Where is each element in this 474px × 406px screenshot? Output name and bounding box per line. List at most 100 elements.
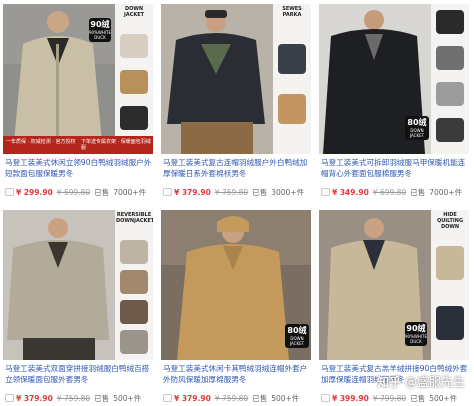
variant-column: HIDE QUILTING DOWN — [431, 210, 469, 360]
sold-label: 已售 — [94, 394, 110, 403]
price-row: ¥ 379.90 ¥ 759.80 已售 500+件 — [163, 393, 311, 405]
price-row: ¥ 379.90 ¥ 759.80 已售 3000+件 — [163, 187, 311, 199]
image-header: SEWES PARKA — [282, 6, 302, 18]
down-badge: 80绒 DOWN JACKET — [405, 116, 429, 140]
variant-thumb[interactable] — [436, 10, 464, 34]
product-title[interactable]: 马登工装美式休闲卡其鸭绒羽绒连帽外套户外防风保暖加厚棉服男冬 — [163, 363, 311, 385]
sold-label: 已售 — [252, 188, 268, 197]
original-price: 759.80 — [221, 188, 249, 197]
product-card[interactable]: HIDE QUILTING DOWN 90绒 90%WHITE DUCK 马登工… — [319, 210, 469, 406]
down-badge: 90绒 90%WHITE DUCK — [405, 322, 427, 346]
variant-thumb[interactable] — [120, 300, 148, 324]
original-price: 759.80 — [63, 394, 91, 403]
price-row: ¥ 399.90 ¥ 799.80 已售 500+件 — [321, 393, 469, 405]
variant-thumb[interactable] — [436, 306, 464, 340]
watermark: 知乎 @盛服先生 — [377, 373, 465, 390]
variant-thumb[interactable] — [436, 82, 464, 106]
price-row: ¥ 379.90 ¥ 759.80 已售 500+件 — [5, 393, 153, 405]
sold-count: 7000+件 — [113, 188, 147, 197]
variant-thumb[interactable] — [120, 270, 148, 294]
promo-banner: 一年质保 · 权威检测 · 官方授权 下单送专属衣架 · 保暖面包羽绒服 — [3, 136, 153, 154]
price-symbol: ¥ — [16, 188, 24, 197]
price-row: ¥ 299.90 ¥ 599.80 已售 7000+件 — [5, 187, 153, 199]
variant-column: SEWES PARKA — [273, 4, 311, 154]
current-price: 379.90 — [181, 188, 211, 197]
variant-thumb[interactable] — [278, 44, 306, 74]
badge-sub: 90%WHITE DUCK — [405, 334, 428, 344]
current-price: 379.90 — [23, 394, 53, 403]
watermark-site: 知乎 — [377, 375, 402, 389]
product-photo — [161, 4, 273, 154]
variant-thumb[interactable] — [120, 34, 148, 58]
image-header: HIDE QUILTING DOWN — [436, 212, 464, 230]
original-price: 759.80 — [221, 394, 249, 403]
sold-label: 已售 — [94, 188, 110, 197]
product-card[interactable]: DOWN JACKET 90绒 90%WHITE DUCK 一年质保 · 权威检… — [3, 4, 153, 202]
variant-thumb[interactable] — [436, 246, 464, 280]
variant-column: DOWN JACKET — [115, 4, 153, 154]
original-price-symbol: ¥ — [372, 394, 380, 403]
current-price: 349.90 — [339, 188, 369, 197]
product-card[interactable]: REVERSIBLE DOWNJACKET 马登工装美式双面穿拼接羽绒服白鸭绒百… — [3, 210, 153, 406]
badge-main: 90绒 — [406, 324, 426, 333]
variant-column — [431, 4, 469, 154]
price-symbol: ¥ — [16, 394, 24, 403]
cart-icon[interactable] — [321, 394, 330, 402]
variant-thumb[interactable] — [436, 46, 464, 70]
badge-main: 80绒 — [407, 118, 427, 127]
banner-left-text: 一年质保 · 权威检测 · 官方授权 — [6, 139, 76, 145]
product-image[interactable]: SEWES PARKA — [161, 4, 311, 154]
product-image[interactable]: DOWN JACKET 90绒 90%WHITE DUCK 一年质保 · 权威检… — [3, 4, 153, 154]
cart-icon[interactable] — [5, 394, 14, 402]
product-card[interactable]: 80绒 DOWN JACKET 马登工装美式休闲卡其鸭绒羽绒连帽外套户外防风保暖… — [161, 210, 311, 406]
original-price-symbol: ¥ — [214, 394, 222, 403]
current-price: 379.90 — [181, 394, 211, 403]
sold-count: 500+件 — [429, 394, 458, 403]
product-photo — [3, 210, 115, 360]
sold-count: 3000+件 — [271, 188, 305, 197]
watermark-handle: @盛服先生 — [404, 375, 465, 389]
badge-main: 90绒 — [90, 20, 110, 29]
sold-label: 已售 — [252, 394, 268, 403]
original-price-symbol: ¥ — [214, 188, 222, 197]
original-price: 699.80 — [379, 188, 407, 197]
cart-icon[interactable] — [163, 188, 172, 196]
product-title[interactable]: 马登工装美式可拆卸羽绒服马甲保暖机能连帽背心外套面包服棉服男冬 — [321, 157, 469, 179]
product-card[interactable]: 80绒 DOWN JACKET 马登工装美式可拆卸羽绒服马甲保暖机能连帽背心外套… — [319, 4, 469, 202]
product-title[interactable]: 马登工装美式休闲立领90白鸭绒羽绒服户外短款面包服保暖男冬 — [5, 157, 153, 179]
original-price: 599.80 — [63, 188, 91, 197]
original-price-symbol: ¥ — [56, 394, 64, 403]
variant-thumb[interactable] — [120, 106, 148, 130]
image-header: DOWN JACKET — [123, 6, 145, 18]
variant-thumb[interactable] — [120, 70, 148, 94]
variant-column: REVERSIBLE DOWNJACKET — [115, 210, 153, 360]
product-image[interactable]: 80绒 DOWN JACKET — [161, 210, 311, 360]
current-price: 399.90 — [339, 394, 369, 403]
cart-icon[interactable] — [321, 188, 330, 196]
product-image[interactable]: HIDE QUILTING DOWN 90绒 90%WHITE DUCK — [319, 210, 469, 360]
variant-thumb[interactable] — [278, 94, 306, 124]
variant-thumb[interactable] — [436, 118, 464, 142]
variant-thumb[interactable] — [120, 240, 148, 264]
product-title[interactable]: 马登工装美式双面穿拼接羽绒服白鸭绒百搭立领保暖面包服外套男冬 — [5, 363, 153, 385]
variant-thumb[interactable] — [120, 330, 148, 354]
price-symbol: ¥ — [174, 394, 182, 403]
product-card[interactable]: SEWES PARKA 马登工装美式复古连帽羽绒服户外白鸭绒加厚保暖日系外套棉袄… — [161, 4, 311, 202]
sold-count: 500+件 — [113, 394, 142, 403]
original-price: 799.80 — [379, 394, 407, 403]
current-price: 299.90 — [23, 188, 53, 197]
price-symbol: ¥ — [332, 188, 340, 197]
sold-count: 500+件 — [271, 394, 300, 403]
product-image[interactable]: 80绒 DOWN JACKET — [319, 4, 469, 154]
price-symbol: ¥ — [332, 394, 340, 403]
sold-label: 已售 — [410, 188, 426, 197]
down-badge: 80绒 DOWN JACKET — [285, 324, 309, 348]
badge-main: 80绒 — [287, 326, 307, 335]
down-badge: 90绒 90%WHITE DUCK — [89, 18, 111, 42]
price-row: ¥ 349.90 ¥ 699.80 已售 7000+件 — [321, 187, 469, 199]
cart-icon[interactable] — [5, 188, 14, 196]
product-image[interactable]: REVERSIBLE DOWNJACKET — [3, 210, 153, 360]
cart-icon[interactable] — [163, 394, 172, 402]
product-title[interactable]: 马登工装美式复古连帽羽绒服户外白鸭绒加厚保暖日系外套棉袄男冬 — [163, 157, 311, 179]
badge-sub: 90%WHITE DUCK — [89, 30, 112, 40]
